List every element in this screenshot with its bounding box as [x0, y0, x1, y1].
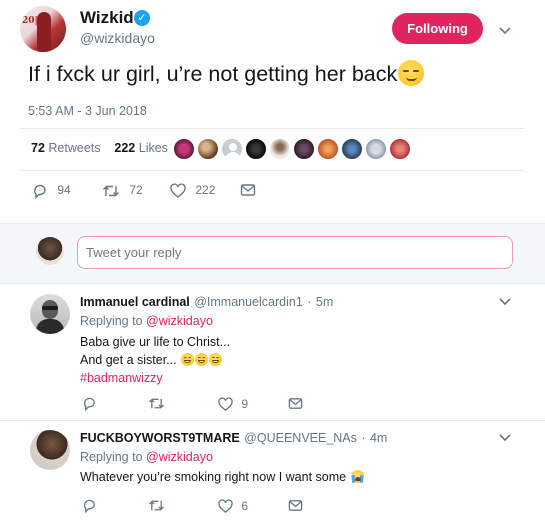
divider [0, 283, 545, 284]
hashtag-link[interactable]: #badmanwizzy [80, 369, 230, 387]
current-user-avatar [36, 237, 64, 265]
reply-avatar[interactable] [30, 294, 70, 334]
retweet-action[interactable]: 72 [102, 182, 143, 198]
tweet-timestamp[interactable]: 5:53 AM - 3 Jun 2018 [28, 104, 147, 118]
divider [0, 223, 545, 224]
reply-author-name[interactable]: FUCKBOYWORST9TMARE [80, 431, 240, 445]
reply-icon[interactable] [82, 396, 97, 411]
retweet-icon [103, 185, 119, 197]
replying-to: Replying to @wizkidayo [80, 450, 213, 464]
reply-icon [34, 184, 46, 200]
reply-time[interactable]: 4m [370, 431, 387, 445]
reply-avatar[interactable] [30, 430, 70, 470]
dm-icon[interactable] [288, 498, 303, 513]
author-name[interactable]: Wizkid [80, 8, 134, 28]
chevron-down-icon[interactable] [498, 430, 512, 444]
verified-icon: ✓ [134, 10, 150, 26]
liker-avatar[interactable] [173, 138, 195, 160]
divider [20, 128, 525, 129]
liker-avatar[interactable] [365, 138, 387, 160]
liker-avatar[interactable] [341, 138, 363, 160]
like-action[interactable]: 222 [170, 182, 215, 198]
mention-link[interactable]: @wizkidayo [146, 450, 213, 464]
tweet-text: If i fxck ur girl, u’re not getting her … [28, 60, 425, 88]
liker-avatar[interactable] [221, 138, 243, 160]
reply-header: FUCKBOYWORST9TMARE @QUEENVEE_NAs · 4m [80, 431, 388, 445]
like-icon [170, 183, 186, 198]
reply-text-line: Baba give ur life to Christ... [80, 335, 231, 349]
reply-like-action[interactable]: 6 [218, 498, 248, 514]
reply-header: Immanuel cardinal @Immanuelcardin1 · 5m [80, 295, 334, 309]
tweet-text-content: If i fxck ur girl, u’re not getting her … [28, 62, 398, 86]
dm-icon[interactable] [288, 396, 303, 411]
author-avatar[interactable]: 20| [20, 6, 66, 52]
reply-author-handle[interactable]: @Immanuelcardin1 [194, 295, 303, 309]
like-icon [218, 499, 233, 514]
following-button[interactable]: Following [392, 13, 483, 44]
reply-author-handle[interactable]: @QUEENVEE_NAs [244, 431, 357, 445]
reply-text-line: And get a sister... [80, 351, 230, 369]
reply-time[interactable]: 5m [316, 295, 333, 309]
mention-link[interactable]: @wizkidayo [146, 314, 213, 328]
dm-icon[interactable] [240, 182, 256, 198]
reply-text-line: Whatever you’re smoking right now I want… [80, 470, 347, 484]
reply-author-name[interactable]: Immanuel cardinal [80, 295, 190, 309]
chevron-down-icon[interactable] [498, 23, 512, 37]
liker-avatar[interactable] [245, 138, 267, 160]
grin-emoji-icon [195, 353, 209, 367]
retweet-stat[interactable]: 72 Retweets [31, 141, 101, 155]
reply-action[interactable]: 94 [32, 182, 71, 200]
replying-to: Replying to @wizkidayo [80, 314, 213, 328]
tweet-reply-input[interactable] [77, 236, 513, 269]
like-icon [218, 397, 233, 412]
reply-text: Whatever you’re smoking right now I want… [80, 468, 364, 486]
reply-text: Baba give ur life to Christ... And get a… [80, 333, 230, 387]
grin-emoji-icon [181, 353, 195, 367]
liker-avatar[interactable] [293, 138, 315, 160]
chevron-down-icon[interactable] [498, 294, 512, 308]
reply-icon[interactable] [82, 498, 97, 513]
retweet-icon[interactable] [148, 498, 165, 513]
like-stat[interactable]: 222 Likes [114, 141, 168, 155]
crying-emoji-icon [350, 470, 364, 484]
smirk-emoji-icon [398, 60, 425, 87]
liker-avatar[interactable] [269, 138, 291, 160]
retweet-icon[interactable] [148, 396, 165, 411]
author-handle[interactable]: @wizkidayo [80, 30, 155, 46]
reply-like-action[interactable]: 9 [218, 396, 248, 412]
liker-avatar[interactable] [197, 138, 219, 160]
divider [20, 170, 525, 171]
tweet-stats: 72 Retweets 222 Likes [31, 141, 168, 155]
liker-avatar[interactable] [389, 138, 411, 160]
liker-avatar[interactable] [317, 138, 339, 160]
grin-emoji-icon [209, 353, 223, 367]
divider [0, 420, 545, 421]
